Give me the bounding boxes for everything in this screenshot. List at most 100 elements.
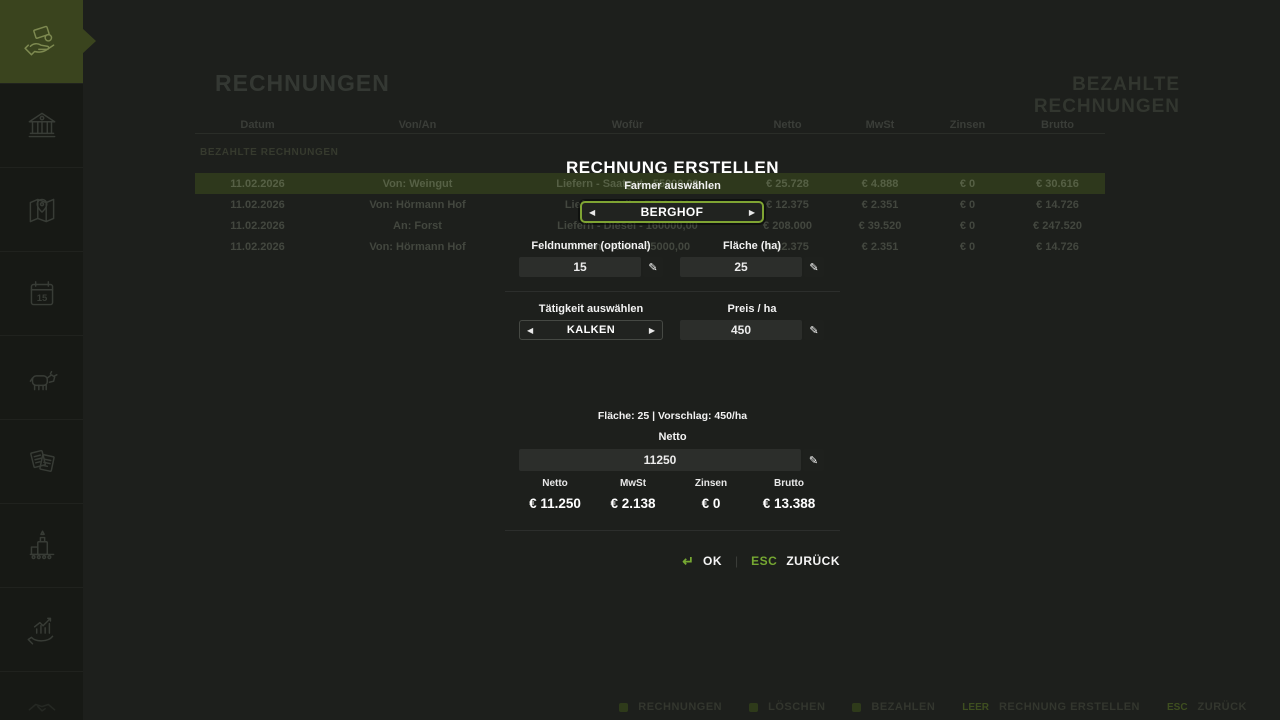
- hotkey-loeschen[interactable]: LÖSCHEN: [749, 701, 825, 713]
- summary-zinsen: Zinsen € 0: [672, 478, 750, 511]
- production-icon: [29, 529, 54, 559]
- suggestion-text: Fläche: 25 | Vorschlag: 450/ha: [597, 410, 748, 422]
- col-brutto: Brutto: [1041, 119, 1074, 131]
- summary-label: Zinsen: [694, 478, 728, 489]
- netto-edit-button[interactable]: ✎: [803, 449, 824, 471]
- cell-brutto: € 30.616: [1036, 177, 1079, 190]
- cell-von-an: Von: Hörmann Hof: [369, 198, 466, 211]
- sidebar-item-statistics[interactable]: [0, 588, 83, 672]
- cell-datum: 11.02.2026: [230, 177, 285, 190]
- netto-input-label: Netto: [658, 431, 687, 443]
- stats-hand-icon: [27, 617, 53, 644]
- field-number-edit-button[interactable]: ✎: [643, 257, 663, 277]
- page-title: RECHNUNGEN: [215, 70, 390, 96]
- farmer-select-label: Farmer auswählen: [624, 180, 721, 192]
- summary-netto: Netto € 11.250: [516, 478, 594, 511]
- sidebar-item-calendar[interactable]: 15: [0, 252, 83, 336]
- hotkey-label: ZURÜCK: [1197, 701, 1247, 713]
- summary-value: € 13.388: [762, 496, 816, 511]
- price-input[interactable]: 450: [680, 320, 802, 340]
- esc-key-hint: ESC: [751, 554, 778, 568]
- pencil-icon: ✎: [809, 261, 819, 274]
- space-key-hint: LEER: [962, 701, 989, 713]
- arrow-left-icon[interactable]: ◀: [582, 208, 602, 217]
- calendar-icon: 15: [30, 280, 53, 305]
- summary-label: MwSt: [619, 478, 647, 489]
- sidebar-item-map[interactable]: [0, 168, 83, 252]
- back-button-label: ZURÜCK: [786, 554, 840, 568]
- key-icon: [852, 702, 862, 712]
- hotkey-zurueck[interactable]: ESC ZURÜCK: [1167, 701, 1247, 713]
- cell-datum: 11.02.2026: [230, 219, 285, 232]
- calendar-day-glyph: 15: [36, 292, 47, 303]
- cell-von-an: Von: Hörmann Hof: [369, 240, 466, 253]
- hotkey-rechnungen[interactable]: RECHNUNGEN: [619, 701, 722, 713]
- col-datum: Datum: [240, 119, 275, 131]
- col-wofuer: Wofür: [611, 119, 644, 131]
- bank-icon: [28, 112, 55, 137]
- farmer-selector[interactable]: ◀ BERGHOF ▶: [580, 201, 764, 223]
- hotkey-label: BEZAHLEN: [871, 701, 936, 713]
- area-input[interactable]: 25: [680, 257, 802, 277]
- field-number-input[interactable]: 15: [519, 257, 641, 277]
- enter-key-icon: ↵: [682, 552, 695, 569]
- cell-mwst: € 2.351: [861, 198, 899, 211]
- area-edit-button[interactable]: ✎: [804, 257, 824, 277]
- hotkey-label: RECHNUNGEN: [638, 701, 723, 713]
- sidebar-item-production[interactable]: [0, 504, 83, 588]
- dialog-divider: [505, 530, 840, 531]
- table-header-divider: [195, 133, 1105, 134]
- dialog-buttons: ↵ OK | ESC ZURÜCK: [505, 551, 840, 571]
- cell-zinsen: € 0: [959, 177, 976, 190]
- cell-datum: 11.02.2026: [230, 198, 285, 211]
- area-value: 25: [734, 260, 748, 274]
- hotkey-label: LÖSCHEN: [768, 701, 826, 713]
- cell-mwst: € 2.351: [861, 240, 899, 253]
- documents-icon: [29, 449, 55, 472]
- button-divider: |: [735, 554, 739, 568]
- netto-input[interactable]: 11250: [519, 449, 801, 471]
- farmer-selector-value: BERGHOF: [640, 205, 704, 219]
- col-zinsen: Zinsen: [949, 119, 986, 131]
- back-button[interactable]: ESC ZURÜCK: [751, 554, 840, 568]
- cell-brutto: € 14.726: [1036, 240, 1079, 253]
- pencil-icon: ✎: [809, 324, 819, 337]
- col-von-an: Von/An: [398, 119, 437, 131]
- arrow-left-icon[interactable]: ◀: [520, 326, 540, 335]
- summary-brutto: Brutto € 13.388: [750, 478, 828, 511]
- col-netto: Netto: [773, 119, 802, 131]
- active-tab-notch: [82, 28, 96, 54]
- hotkey-bezahlen[interactable]: BEZAHLEN: [852, 701, 935, 713]
- dialog-title: RECHNUNG ERSTELLEN: [565, 158, 779, 177]
- key-icon: [749, 702, 759, 712]
- hotkey-rechnung-erstellen[interactable]: LEER RECHNUNG ERSTELLEN: [962, 701, 1140, 713]
- activity-selector-value: KALKEN: [566, 324, 616, 336]
- price-edit-button[interactable]: ✎: [804, 320, 824, 340]
- sidebar-item-invoices[interactable]: [0, 420, 83, 504]
- activity-select-label: Tätigkeit auswählen: [538, 303, 644, 315]
- sidebar-item-contracts[interactable]: [0, 672, 83, 720]
- map-pin-icon: [29, 198, 54, 222]
- dialog-divider: [505, 291, 840, 292]
- arrow-right-icon[interactable]: ▶: [742, 208, 762, 217]
- ok-button-label: OK: [703, 554, 723, 568]
- cell-zinsen: € 0: [959, 219, 976, 232]
- price-label: Preis / ha: [727, 303, 777, 315]
- hotkey-label: RECHNUNG ERSTELLEN: [998, 701, 1140, 713]
- cell-von-an: Von: Weingut: [382, 177, 453, 190]
- cell-von-an: An: Forst: [393, 219, 442, 232]
- cow-icon: [29, 370, 58, 390]
- cell-brutto: € 247.520: [1033, 219, 1082, 232]
- handshake-icon: [28, 703, 55, 712]
- sidebar-item-animals[interactable]: [0, 336, 83, 420]
- arrow-right-icon[interactable]: ▶: [642, 326, 662, 335]
- activity-selector[interactable]: ◀ KALKEN ▶: [519, 320, 663, 340]
- game-screen: 15 RECHNUNGEN BEZAHLTE RECHNUNGEN Datum …: [0, 0, 1280, 720]
- summary-value: € 2.138: [610, 496, 656, 511]
- summary-value: € 11.250: [529, 496, 581, 511]
- ok-button[interactable]: ↵ OK: [682, 553, 722, 570]
- sidebar-item-finances[interactable]: [0, 0, 96, 84]
- sidebar-item-bank[interactable]: [0, 84, 83, 168]
- summary-mwst: MwSt € 2.138: [594, 478, 672, 511]
- cell-brutto: € 14.726: [1036, 198, 1079, 211]
